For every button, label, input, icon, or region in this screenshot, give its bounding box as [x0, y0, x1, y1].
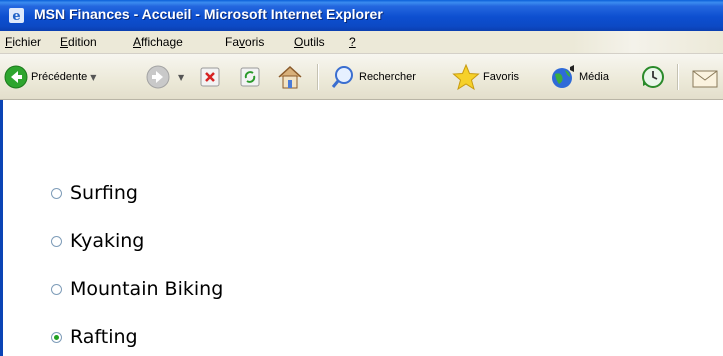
- title-bar[interactable]: e MSN Finances - Accueil - Microsoft Int…: [0, 0, 723, 31]
- favorites-button-label: Favoris: [483, 71, 520, 83]
- menu-fichier[interactable]: Fichier: [5, 35, 41, 49]
- back-button[interactable]: Précédente ▼: [4, 63, 96, 91]
- search-button[interactable]: Rechercher: [330, 63, 416, 91]
- menu-help[interactable]: ?: [349, 35, 356, 49]
- option-row[interactable]: Rafting: [51, 326, 138, 348]
- home-icon: [278, 65, 302, 89]
- toolbar-separator: [317, 64, 319, 90]
- mail-envelope-icon: [692, 70, 718, 88]
- option-label: Rafting: [70, 326, 138, 348]
- option-label: Mountain Biking: [70, 278, 224, 300]
- toolbar: Précédente ▼ ▼ Rechercher Favoris Média: [0, 54, 723, 100]
- menu-edition[interactable]: Edition: [60, 35, 97, 49]
- option-row[interactable]: Kyaking: [51, 230, 144, 252]
- window-title: MSN Finances - Accueil - Microsoft Inter…: [34, 6, 383, 22]
- menubar-brand-area: [573, 31, 723, 53]
- refresh-icon: [240, 67, 260, 87]
- home-button[interactable]: [276, 63, 304, 91]
- page-content: Surfing Kyaking Mountain Biking Rafting: [0, 100, 723, 356]
- media-button[interactable]: Média: [550, 63, 609, 91]
- back-arrow-icon: [4, 65, 28, 89]
- menu-favoris[interactable]: Favoris: [225, 35, 264, 49]
- radio-button[interactable]: [51, 235, 62, 247]
- star-icon: [452, 63, 480, 91]
- forward-dropdown-icon[interactable]: ▼: [178, 73, 184, 82]
- radio-button[interactable]: [51, 187, 62, 199]
- stop-button[interactable]: [200, 63, 220, 91]
- media-globe-icon: [552, 65, 574, 88]
- browser-window: e MSN Finances - Accueil - Microsoft Int…: [0, 0, 723, 356]
- option-label: Kyaking: [70, 230, 145, 252]
- ie-logo-icon: e: [9, 8, 24, 24]
- back-dropdown-icon[interactable]: ▼: [90, 73, 96, 82]
- mail-button[interactable]: [690, 63, 720, 91]
- option-row[interactable]: Mountain Biking: [51, 278, 223, 300]
- forward-arrow-icon: [146, 65, 170, 89]
- favorites-button[interactable]: Favoris: [452, 63, 519, 91]
- history-button[interactable]: [640, 63, 666, 91]
- stop-icon: [200, 67, 220, 87]
- menu-affichage[interactable]: Affichage: [133, 35, 183, 49]
- search-button-label: Rechercher: [359, 71, 416, 83]
- menu-outils[interactable]: Outils: [294, 35, 325, 49]
- option-row[interactable]: Surfing: [51, 182, 138, 204]
- option-label: Surfing: [70, 182, 138, 204]
- history-clock-icon: [642, 66, 664, 88]
- toolbar-separator: [677, 64, 679, 90]
- media-button-label: Média: [579, 71, 609, 83]
- search-icon: [331, 66, 353, 88]
- refresh-button[interactable]: [240, 63, 260, 91]
- back-button-label: Précédente: [31, 71, 88, 83]
- forward-button[interactable]: ▼: [146, 63, 184, 91]
- radio-button-selected[interactable]: [51, 331, 62, 343]
- svg-text:e: e: [12, 9, 20, 24]
- radio-button[interactable]: [51, 283, 62, 295]
